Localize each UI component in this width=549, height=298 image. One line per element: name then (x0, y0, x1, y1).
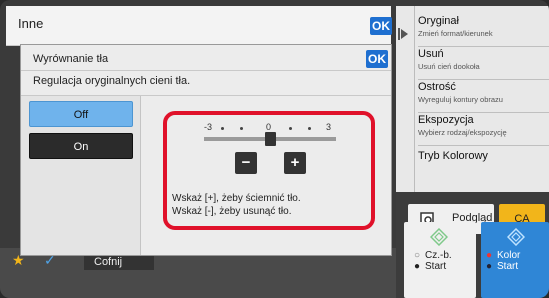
bw-dot-icon: ○ (414, 250, 421, 261)
start-diamond-icon (430, 228, 448, 246)
menu-item-sharpness[interactable]: Ostrość Wyreguluj kontury obrazu (418, 81, 549, 113)
color-dot-icon: ● (486, 250, 493, 261)
hint-remove: Wskaż [-], żeby usunąć tło. (172, 206, 292, 217)
scale-tick (240, 127, 243, 130)
option-off-button[interactable]: Off (29, 101, 133, 127)
menu-item-color-mode[interactable]: Tryb Kolorowy (418, 144, 549, 174)
top-bar: Inne (6, 6, 391, 46)
scale-tick (289, 127, 292, 130)
slider-thumb[interactable] (264, 132, 276, 146)
color-start-button[interactable]: ● Kolor ● Start (481, 222, 549, 298)
option-on-button[interactable]: On (29, 133, 133, 159)
menu-item-exposure[interactable]: Ekspozycja Wybierz rodzaj/ekspozycję (418, 114, 549, 146)
menu-item-original[interactable]: Oryginał Zmień format/kierunek (418, 15, 549, 47)
scale-tick (221, 127, 224, 130)
right-panel-divider (414, 6, 415, 192)
bw-start-line2: Start (425, 261, 447, 272)
increase-button[interactable]: + (284, 152, 306, 174)
menu-item-exposure-sub: Wybierz rodzaj/ekspozycję (418, 128, 507, 137)
menu-item-erase[interactable]: Usuń Usuń cień dookoła (418, 48, 549, 80)
color-start-line2: Start (497, 261, 519, 272)
menu-item-color-mode-label: Tryb Kolorowy (418, 150, 488, 162)
menu-item-sharpness-label: Ostrość (418, 81, 456, 93)
menu-item-original-sub: Zmień format/kierunek (418, 29, 493, 38)
top-ok-button[interactable]: OK (370, 17, 392, 35)
bw-start-line1: Cz.-b. (425, 250, 452, 261)
scale-min-label: -3 (204, 122, 213, 132)
menu-item-erase-label: Usuń (418, 48, 444, 60)
start-diamond-color-icon (507, 228, 525, 246)
bw-dot2-icon: ● (414, 261, 421, 272)
dialog-ok-button[interactable]: OK (366, 50, 388, 68)
scale-tick (308, 127, 311, 130)
hint-darken: Wskaż [+], żeby ściemnić tło. (172, 193, 301, 204)
dialog-description: Regulacja oryginalnych cieni tła. (33, 75, 191, 87)
dialog-header: Wyrównanie tła (21, 45, 391, 71)
dialog-title: Wyrównanie tła (33, 53, 109, 65)
color-start-line1: Kolor (497, 250, 521, 261)
menu-item-exposure-label: Ekspozycja (418, 114, 474, 126)
scale-max-label: 3 (326, 122, 332, 132)
menu-item-original-label: Oryginał (418, 15, 459, 27)
color-dot2-icon: ● (486, 261, 493, 272)
scale-mid-label: 0 (266, 122, 272, 132)
bw-start-button[interactable]: ○ Cz.-b. ● Start (404, 222, 476, 298)
expand-arrow-icon[interactable] (398, 28, 408, 40)
top-bar-title: Inne (18, 16, 44, 31)
copier-screen: Inne OK Oryginał Zmień format/kierunek U… (0, 0, 549, 298)
menu-item-erase-sub: Usuń cień dookoła (418, 62, 480, 71)
decrease-button[interactable]: − (235, 152, 257, 174)
option-column: Off On (21, 96, 141, 255)
back-label: Cofnij (94, 256, 123, 268)
menu-item-sharpness-sub: Wyreguluj kontury obrazu (418, 95, 503, 104)
